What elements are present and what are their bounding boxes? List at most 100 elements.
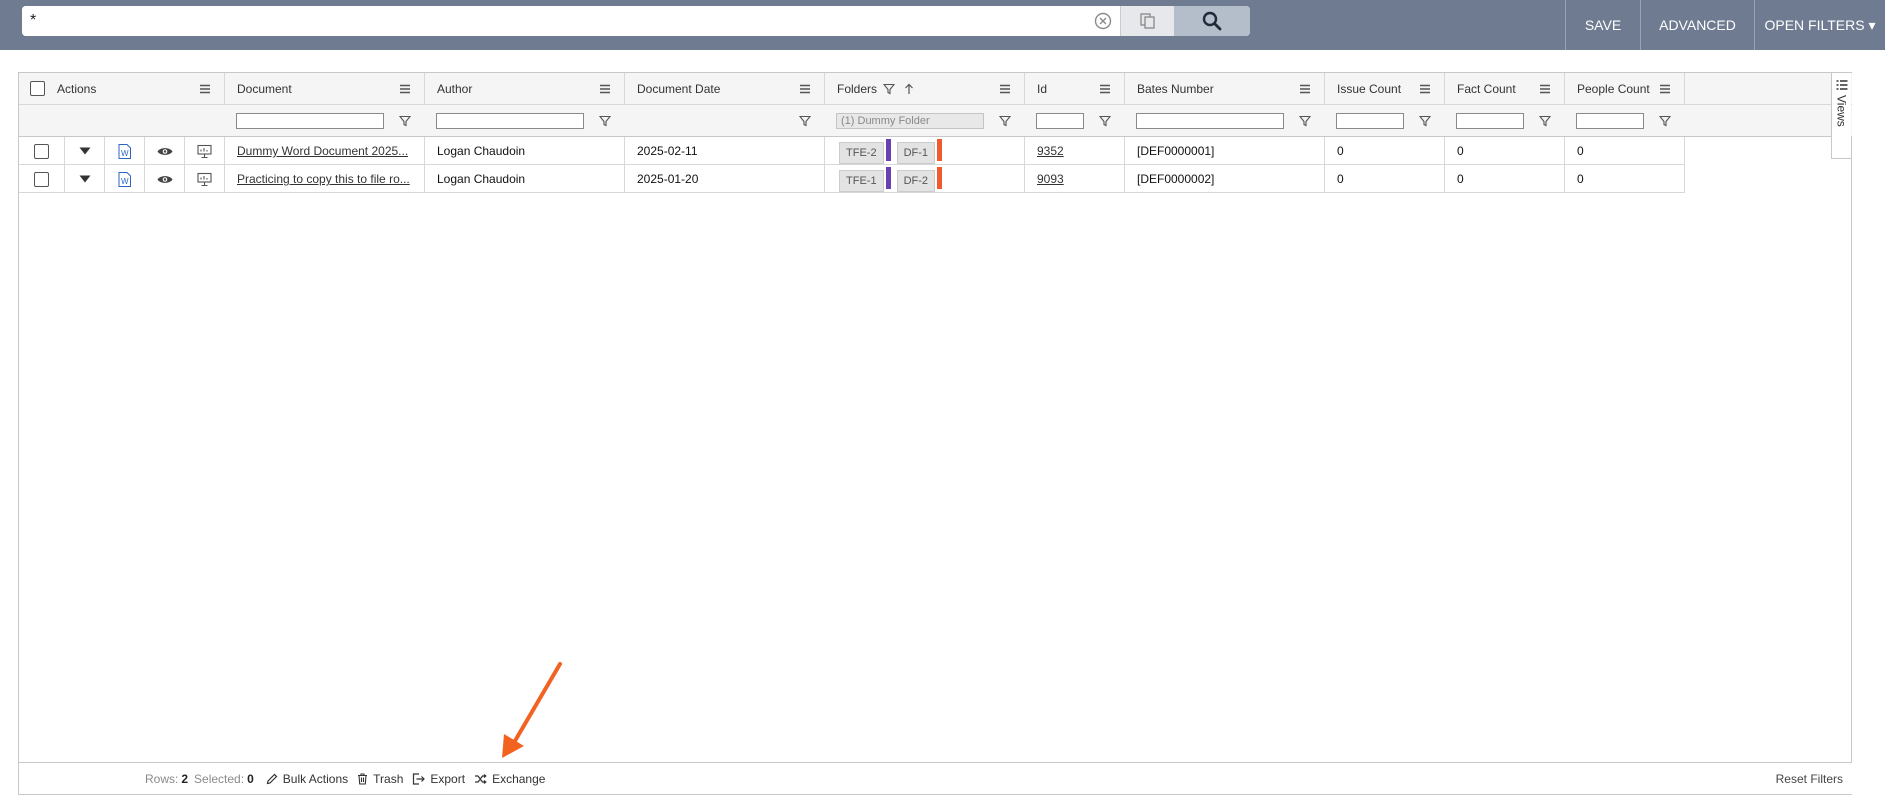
grid-footer: Rows: 2 Selected: 0 Bulk Actions Trash E… (19, 762, 1852, 794)
column-menu-icon[interactable] (199, 83, 211, 95)
bulk-actions-button[interactable]: Bulk Actions (266, 772, 348, 786)
filter-icon[interactable] (1099, 115, 1111, 127)
folder-tag-color (885, 139, 891, 161)
eye-icon[interactable] (157, 174, 173, 185)
document-date-header[interactable]: Document Date (625, 73, 825, 104)
id-filter-input[interactable] (1036, 113, 1084, 129)
presentation-icon[interactable] (197, 144, 212, 159)
row-checkbox[interactable] (34, 171, 49, 187)
id-link[interactable]: 9093 (1037, 172, 1064, 186)
clear-search-button[interactable] (1086, 6, 1120, 36)
column-menu-icon[interactable] (999, 83, 1011, 95)
search-input[interactable] (22, 6, 1086, 36)
views-side-tab[interactable]: Views (1831, 73, 1851, 159)
folders-filter-input[interactable]: (1) Dummy Folder (836, 113, 984, 129)
search-button[interactable] (1174, 6, 1250, 36)
word-document-icon[interactable]: W (118, 143, 131, 159)
fact-count-filter-input[interactable] (1456, 113, 1524, 129)
copy-search-button[interactable] (1120, 6, 1174, 36)
selected-value: 0 (247, 771, 254, 786)
document-link[interactable]: Practicing to copy this to file ro... (237, 172, 410, 186)
fact-count-cell: 0 (1445, 137, 1565, 165)
people-count-header-label: People Count (1577, 81, 1650, 96)
document-date-cell: 2025-02-11 (625, 137, 825, 165)
author-cell: Logan Chaudoin (425, 137, 625, 165)
column-menu-icon[interactable] (599, 83, 611, 95)
reset-filters-button[interactable]: Reset Filters (1776, 772, 1843, 786)
row-expand-cell (65, 165, 105, 193)
copy-icon (1139, 13, 1155, 29)
id-cell: 9093 (1025, 165, 1125, 193)
bates-number-filter-input[interactable] (1136, 113, 1284, 129)
folder-tag-color (937, 167, 943, 189)
id-header[interactable]: Id (1025, 73, 1125, 104)
row-word-cell: W (105, 137, 145, 165)
document-link[interactable]: Dummy Word Document 2025... (237, 144, 408, 158)
people-count-cell: 0 (1565, 165, 1685, 193)
advanced-button[interactable]: ADVANCED (1640, 0, 1754, 50)
actions-header-label: Actions (57, 81, 97, 96)
folder-tag[interactable]: TFE-2 (839, 142, 884, 164)
svg-text:W: W (121, 149, 129, 158)
author-cell: Logan Chaudoin (425, 165, 625, 193)
row-present-cell (185, 137, 225, 165)
folder-tag[interactable]: DF-2 (896, 170, 936, 192)
exchange-button[interactable]: Exchange (474, 772, 545, 786)
bates-number-header[interactable]: Bates Number (1125, 73, 1325, 104)
author-filter-input[interactable] (436, 113, 584, 129)
column-menu-icon[interactable] (1659, 83, 1671, 95)
column-menu-icon[interactable] (1539, 83, 1551, 95)
column-menu-icon[interactable] (799, 83, 811, 95)
filter-icon[interactable] (799, 115, 811, 127)
caret-down-icon[interactable] (79, 147, 91, 155)
svg-text:W: W (121, 177, 129, 186)
id-link[interactable]: 9352 (1037, 144, 1064, 158)
column-menu-icon[interactable] (1419, 83, 1431, 95)
filter-icon[interactable] (399, 115, 411, 127)
author-header-label: Author (437, 81, 473, 96)
filter-icon[interactable] (1299, 115, 1311, 127)
document-header[interactable]: Document (225, 73, 425, 104)
row-word-cell: W (105, 165, 145, 193)
top-bar: SAVE ADVANCED OPEN FILTERS ▾ (0, 0, 1885, 50)
export-label: Export (430, 771, 466, 786)
filter-icon[interactable] (1419, 115, 1431, 127)
caret-down-icon[interactable] (79, 175, 91, 183)
eye-icon[interactable] (157, 146, 173, 157)
folder-tag[interactable]: TFE-1 (839, 170, 884, 192)
table-row[interactable]: W Dummy Word Document 2025... Logan Chau… (19, 137, 1685, 165)
actions-header: Actions (19, 73, 225, 104)
shuffle-icon (475, 773, 487, 784)
issue-count-header[interactable]: Issue Count (1325, 73, 1445, 104)
word-document-icon[interactable]: W (118, 171, 131, 187)
export-button[interactable]: Export (412, 772, 465, 786)
issue-count-filter-input[interactable] (1336, 113, 1404, 129)
save-button[interactable]: SAVE (1565, 0, 1640, 50)
row-checkbox[interactable] (34, 143, 49, 159)
filter-icon[interactable] (1539, 115, 1551, 127)
table-row[interactable]: W Practicing to copy this to file ro... … (19, 165, 1685, 193)
filter-icon[interactable] (599, 115, 611, 127)
filter-icon[interactable] (1659, 115, 1671, 127)
author-header[interactable]: Author (425, 73, 625, 104)
trash-button[interactable]: Trash (357, 772, 403, 786)
presentation-icon[interactable] (197, 172, 212, 187)
export-icon (413, 772, 426, 785)
column-menu-icon[interactable] (1099, 83, 1111, 95)
filter-icon[interactable] (999, 115, 1011, 127)
column-menu-icon[interactable] (399, 83, 411, 95)
fact-count-header[interactable]: Fact Count (1445, 73, 1565, 104)
people-count-filter-input[interactable] (1576, 113, 1644, 129)
column-menu-icon[interactable] (1299, 83, 1311, 95)
open-filters-button[interactable]: OPEN FILTERS ▾ (1754, 0, 1885, 50)
list-icon (1836, 80, 1847, 90)
grid-header: Actions Document Author Document Date Fo… (19, 73, 1852, 105)
folders-header[interactable]: Folders (825, 73, 1025, 104)
people-count-header[interactable]: People Count (1565, 73, 1685, 104)
folder-tag[interactable]: DF-1 (896, 142, 936, 164)
fact-count-header-label: Fact Count (1457, 81, 1516, 96)
document-filter-input[interactable] (236, 113, 384, 129)
row-expand-cell (65, 137, 105, 165)
rows-label: Rows: (145, 771, 179, 786)
select-all-checkbox[interactable] (30, 81, 45, 96)
